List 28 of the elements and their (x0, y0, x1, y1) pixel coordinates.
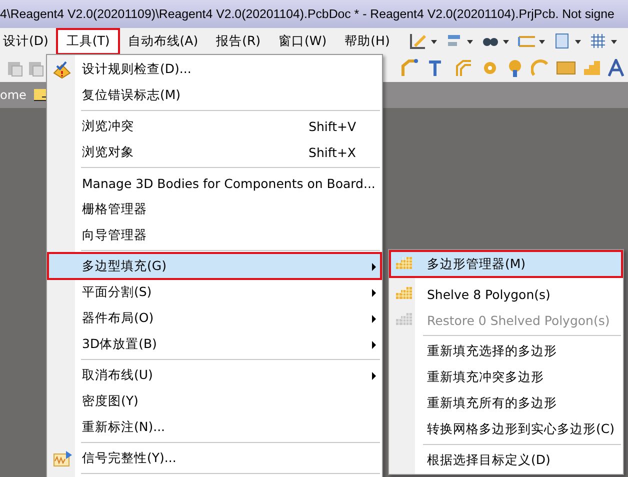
menu-item[interactable]: 重新标注(N)... (48, 414, 381, 440)
menu-item[interactable]: 浏览冲突 Shift+V (48, 113, 381, 139)
menu-item[interactable]: 栅格管理器 (48, 196, 381, 222)
menu-item[interactable]: 转换网格多边形到实心多边形(C) (390, 416, 622, 442)
menu-bar-item[interactable]: 报告(R) (207, 28, 270, 54)
menu-item[interactable]: 3D体放置(B) (48, 331, 381, 357)
menu-item[interactable]: 取消布线(U) (48, 362, 381, 388)
menu-item[interactable]: Manage 3D Bodies for Components on Board... (48, 170, 381, 196)
menu-item[interactable]: 浏览对象 Shift+X (48, 139, 381, 165)
menu-bar-item[interactable]: 自动布线(A) (118, 28, 208, 54)
menu-item[interactable]: 密度图(Y) (48, 388, 381, 414)
window-title: 4\Reagent4 V2.0(20201109)\Reagent4 V2.0(20201104).PcbDoc * - Reagent4 V2.0(20201104).PrjPcb. Not signe (0, 7, 614, 21)
menu-item[interactable]: 信号完整性(Y)... (48, 445, 381, 471)
menu-item[interactable]: 多边形管理器(M) (390, 251, 622, 277)
menu-item[interactable]: 平面分割(S) (48, 279, 381, 305)
menu-bar-item[interactable]: 设计(D) (0, 28, 58, 54)
menu-item[interactable]: 重新填充所有的多边形 (390, 390, 622, 416)
menu-bar-item[interactable]: 工具(T) (57, 28, 119, 54)
menu-item[interactable]: 重新填充选择的多边形 (390, 338, 622, 364)
menu-item[interactable]: 器件布局(O) (48, 305, 381, 331)
menu-item[interactable]: 根据选择目标定义(D) (390, 447, 622, 473)
menu-item[interactable]: 复位错误标志(M) (48, 82, 381, 108)
menu-item[interactable]: 多边型填充(G) (48, 253, 381, 279)
menu-item[interactable]: 重新填充冲突多边形 (390, 364, 622, 390)
menu-bar-item[interactable]: 窗口(W) (270, 28, 336, 54)
menu-item[interactable]: Shelve 8 Polygon(s) (390, 281, 622, 307)
menu-item[interactable]: 向导管理器 (48, 222, 381, 248)
menu-bar-item[interactable]: 帮助(H) (336, 28, 399, 54)
